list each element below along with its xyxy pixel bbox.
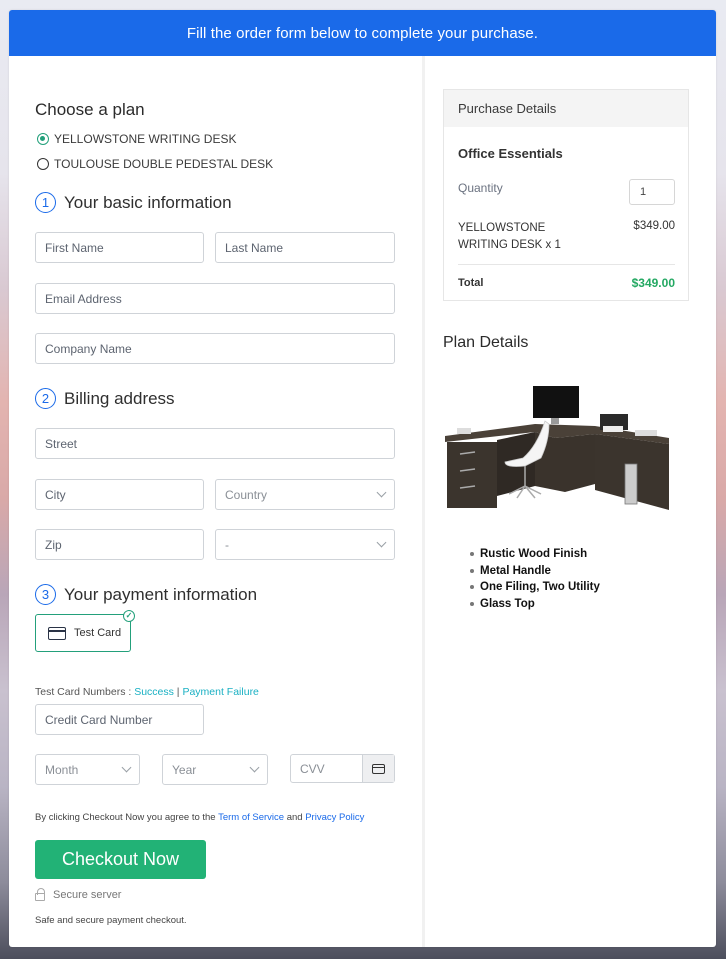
month-select[interactable]: Month [35,754,140,785]
total-label: Total [458,277,484,289]
test-card-numbers-label: Test Card Numbers : [35,686,135,698]
street-input[interactable]: Street [35,428,395,459]
billing-heading: 2 Billing address [35,388,175,409]
cpu-tower-shape [624,463,638,505]
quantity-input[interactable]: 1 [629,179,675,205]
secure-server-label: Secure server [53,889,122,901]
country-value: Country [225,487,268,502]
credit-card-icon [48,626,66,640]
payment-heading: 3 Your payment information [35,584,257,605]
company-input[interactable]: Company Name [35,333,395,364]
state-select[interactable]: - [215,529,395,560]
feature-item: Glass Top [470,596,600,613]
email-input[interactable]: Email Address [35,283,395,314]
terms-text: By clicking Checkout Now you agree to th… [35,812,364,823]
basic-info-heading: 1 Your basic information [35,192,232,213]
plan-option-label: TOULOUSE DOUBLE PEDESTAL DESK [54,157,274,171]
first-name-placeholder: First Name [45,240,104,255]
feature-item: One Filing, Two Utility [470,579,600,596]
summary-divider [458,264,675,265]
chevron-down-icon [121,762,132,773]
lock-icon [35,888,45,901]
month-value: Month [45,762,79,777]
step-number-3: 3 [35,584,56,605]
last-name-placeholder: Last Name [225,240,284,255]
terms-prefix: By clicking Checkout Now you agree to th… [35,812,219,823]
company-placeholder: Company Name [45,341,132,356]
privacy-policy-link[interactable]: Privacy Policy [305,812,364,823]
chevron-down-icon [249,762,260,773]
summary-panel: Purchase Details Office Essentials Quant… [425,56,716,947]
check-circle-icon: ✓ [123,610,135,622]
radio-checked-icon[interactable] [37,133,49,145]
step-number-1: 1 [35,192,56,213]
feature-item: Rustic Wood Finish [470,546,600,563]
email-placeholder: Email Address [45,291,122,306]
monitor-shape [533,386,579,418]
total-value: $349.00 [631,276,675,290]
line-item-name: YELLOWSTONE WRITING DESK x 1 [458,222,561,251]
card-number-placeholder: Credit Card Number [45,712,153,727]
step-title: Your basic information [64,192,232,212]
payment-method-label: Test Card [74,627,122,639]
test-card-numbers: Test Card Numbers : Success | Payment Fa… [35,686,259,698]
plan-features-list: Rustic Wood Finish Metal Handle One Fili… [470,546,600,612]
success-link[interactable]: Success [134,686,174,698]
country-select[interactable]: Country [215,479,395,510]
zip-placeholder: Zip [45,537,62,552]
terms-of-service-link[interactable]: Term of Service [218,812,284,823]
step-number-2: 2 [35,388,56,409]
checkout-card: Fill the order form below to complete yo… [9,10,716,947]
purchase-details-header: Purchase Details [444,90,688,127]
secure-server: Secure server [35,888,122,901]
step-title: Billing address [64,388,175,408]
city-placeholder: City [45,487,66,502]
purchase-details-box: Purchase Details Office Essentials Quant… [443,89,689,301]
quantity-value: 1 [640,186,647,198]
plan-option-toulouse[interactable]: TOULOUSE DOUBLE PEDESTAL DESK [37,157,273,171]
last-name-input[interactable]: Last Name [215,232,395,263]
year-select[interactable]: Year [162,754,268,785]
credit-card-icon [372,763,385,774]
radio-unchecked-icon[interactable] [37,158,49,170]
plan-option-label: YELLOWSTONE WRITING DESK [54,132,237,146]
plan-details-title: Plan Details [443,334,529,351]
street-placeholder: Street [45,436,78,451]
line-item-price: $349.00 [633,220,675,232]
cvv-placeholder: CVV [300,761,325,776]
payment-failure-link[interactable]: Payment Failure [182,686,258,698]
first-name-input[interactable]: First Name [35,232,204,263]
feature-item: Metal Handle [470,563,600,580]
checkout-now-button[interactable]: Checkout Now [35,840,206,879]
plan-option-yellowstone[interactable]: YELLOWSTONE WRITING DESK [37,132,236,146]
choose-plan-heading: Choose a plan [35,100,145,119]
chevron-down-icon [376,537,387,548]
chevron-down-icon [376,487,387,498]
card-number-input[interactable]: Credit Card Number [35,704,204,735]
banner-text: Fill the order form below to complete yo… [186,24,539,42]
desk-product-image [445,386,669,510]
state-value: - [225,537,229,552]
city-input[interactable]: City [35,479,204,510]
cvv-addon [362,755,394,782]
year-value: Year [172,762,197,777]
payment-method-test-card[interactable]: Test Card ✓ [35,610,135,652]
step-title: Your payment information [64,584,258,604]
product-group-title: Office Essentials [458,146,563,161]
quantity-label: Quantity [458,181,503,195]
order-form: Choose a plan YELLOWSTONE WRITING DESK T… [9,56,422,947]
terms-and: and [284,812,306,823]
safe-checkout-text: Safe and secure payment checkout. [35,915,187,926]
zip-input[interactable]: Zip [35,529,204,560]
banner: Fill the order form below to complete yo… [9,10,716,56]
cvv-input[interactable]: CVV [290,754,395,783]
